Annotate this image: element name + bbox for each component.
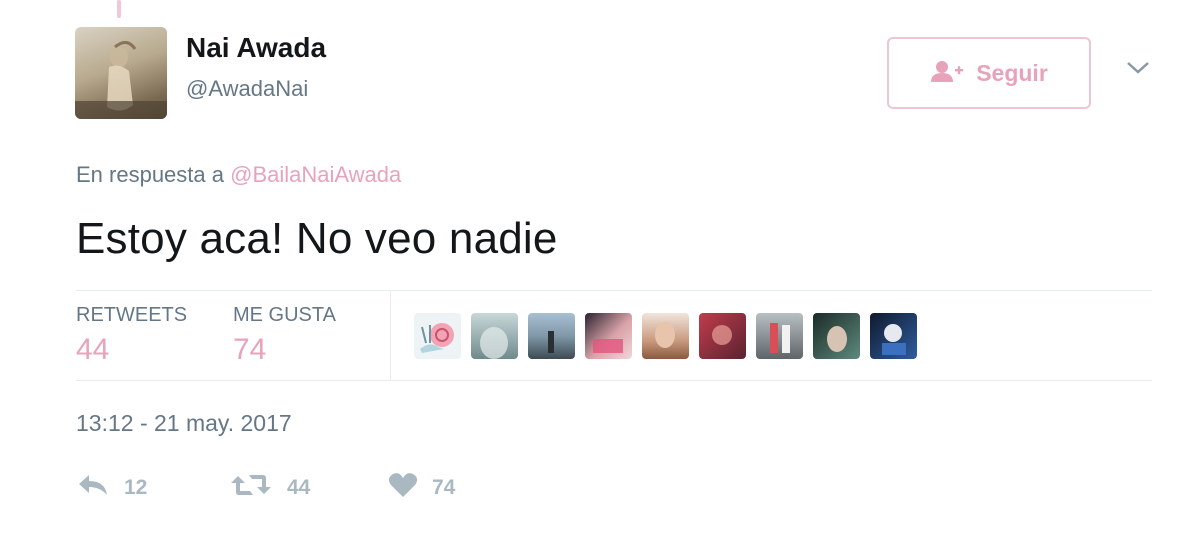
divider xyxy=(76,380,1152,381)
reply-count: 12 xyxy=(124,475,148,499)
liker-avatar[interactable] xyxy=(813,313,860,359)
retweet-button[interactable]: 44 xyxy=(229,472,310,503)
thread-connector-line xyxy=(117,0,121,18)
tweet-timestamp[interactable]: 13:12 - 21 may. 2017 xyxy=(76,410,292,437)
liker-avatar[interactable] xyxy=(756,313,803,359)
reply-prefix: En respuesta a xyxy=(76,162,224,187)
likes-stat[interactable]: ME GUSTA 74 xyxy=(233,304,336,367)
avatar[interactable] xyxy=(75,27,167,119)
likes-count: 74 xyxy=(233,333,267,366)
liker-avatar[interactable] xyxy=(870,313,917,359)
liker-avatars xyxy=(414,313,917,359)
heart-icon xyxy=(388,472,418,503)
reply-context: En respuesta a @BailaNaiAwada xyxy=(76,162,401,188)
liker-avatar[interactable] xyxy=(642,313,689,359)
divider xyxy=(390,291,391,380)
chevron-down-icon[interactable] xyxy=(1124,58,1152,78)
liker-avatar[interactable] xyxy=(414,313,461,359)
retweets-label: RETWEETS xyxy=(76,304,188,326)
follow-button[interactable]: Seguir xyxy=(887,37,1091,109)
divider xyxy=(76,290,1152,291)
retweet-count: 44 xyxy=(287,475,311,499)
author-name[interactable]: Nai Awada xyxy=(186,32,326,64)
reply-mention-link[interactable]: @BailaNaiAwada xyxy=(230,162,401,187)
liker-avatar[interactable] xyxy=(528,313,575,359)
tweet-text: Estoy aca! No veo nadie xyxy=(76,214,558,263)
like-count: 74 xyxy=(432,475,456,499)
liker-avatar[interactable] xyxy=(471,313,518,359)
liker-avatar[interactable] xyxy=(585,313,632,359)
add-user-icon xyxy=(930,60,964,87)
retweet-icon xyxy=(229,472,273,503)
liker-avatar[interactable] xyxy=(699,313,746,359)
retweets-count: 44 xyxy=(76,333,110,366)
reply-button[interactable]: 12 xyxy=(76,472,147,503)
author-handle[interactable]: @AwadaNai xyxy=(186,76,308,102)
like-button[interactable]: 74 xyxy=(388,472,455,503)
retweets-stat[interactable]: RETWEETS 44 xyxy=(76,304,187,367)
likes-label: ME GUSTA xyxy=(233,304,336,326)
follow-button-label: Seguir xyxy=(976,59,1048,86)
reply-icon xyxy=(76,472,110,503)
